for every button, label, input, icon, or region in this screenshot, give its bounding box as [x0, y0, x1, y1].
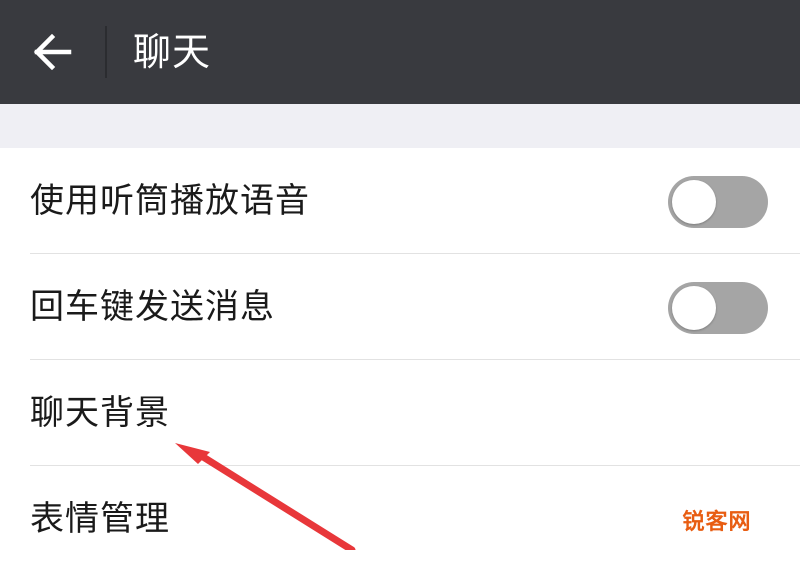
enter-to-send-toggle[interactable] — [668, 282, 768, 334]
settings-list: 使用听筒播放语音 回车键发送消息 聊天背景 表情管理 — [0, 148, 800, 550]
toggle-knob — [672, 180, 716, 224]
arrow-left-icon — [33, 34, 72, 70]
toggle-knob — [672, 286, 716, 330]
setting-label: 表情管理 — [30, 499, 170, 539]
page-title: 聊天 — [133, 30, 212, 74]
back-button[interactable] — [20, 22, 84, 82]
setting-label: 回车键发送消息 — [30, 287, 275, 327]
setting-row-earpiece-voice[interactable]: 使用听筒播放语音 — [0, 148, 800, 254]
earpiece-voice-toggle[interactable] — [668, 176, 768, 228]
setting-row-enter-to-send[interactable]: 回车键发送消息 — [0, 254, 800, 360]
app-bar-divider — [105, 26, 107, 78]
setting-label: 聊天背景 — [30, 393, 170, 433]
app-bar: 聊天 — [0, 0, 800, 104]
section-gap — [0, 104, 800, 148]
watermark: 锐客网 — [676, 500, 758, 540]
setting-label: 使用听筒播放语音 — [30, 181, 310, 221]
setting-row-chat-background[interactable]: 聊天背景 — [0, 360, 800, 466]
